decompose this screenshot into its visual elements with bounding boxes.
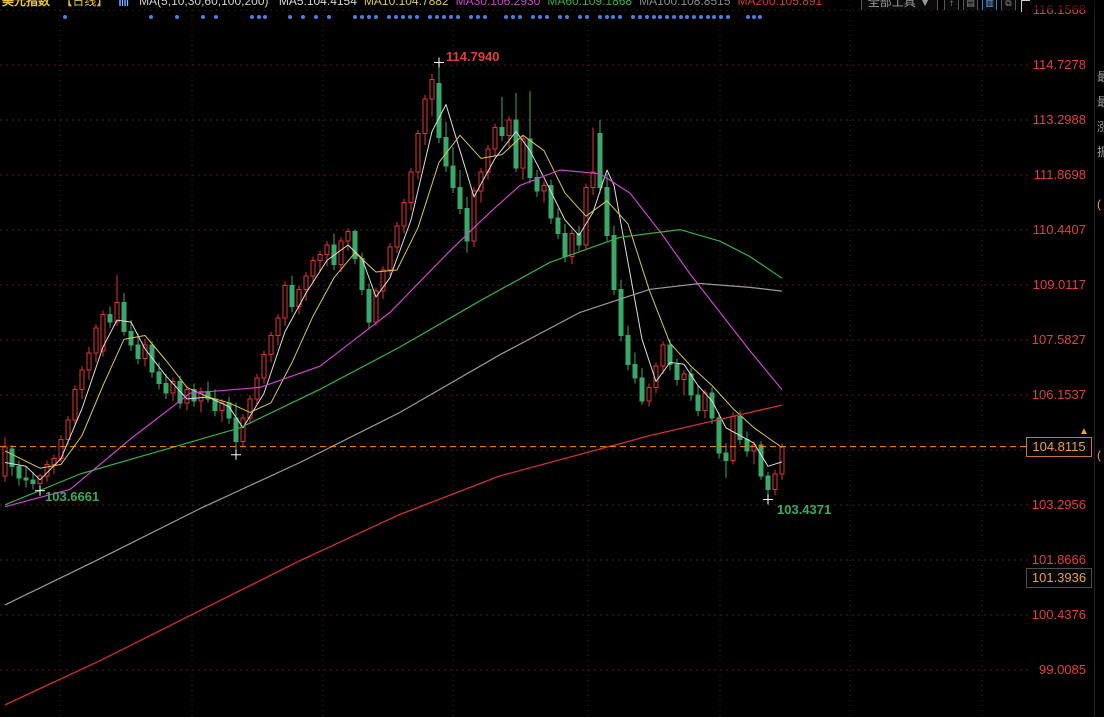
pin-top-icon[interactable]: ⤒: [944, 0, 959, 10]
compare-chart-icon[interactable]: [119, 0, 129, 6]
layout-view-icon[interactable]: ▥: [982, 0, 997, 10]
ma-value: MA200:105.891: [738, 0, 823, 8]
header-toolbar: 全部工具 ▼ ⤒ ▤ ▥ ⧉: [861, 0, 1016, 10]
axis-price-label: 106.1537: [1028, 387, 1086, 403]
right-panel-text: 最: [1097, 70, 1104, 84]
axis-price-label: 100.4376: [1028, 607, 1086, 623]
low-price-annotation-left: 103.6661: [45, 489, 99, 504]
axis-price-label: 109.0117: [1028, 277, 1086, 293]
ma-value: MA100:108.8515: [639, 0, 730, 8]
tools-dropdown-label: 全部工具: [868, 0, 916, 9]
current-price-box: 104.8115: [1026, 437, 1092, 457]
header-left: 美元指数 【日线】 MA(5,10,30,60,100,200) MA5:104…: [2, 0, 836, 9]
chevron-down-icon: ▼: [919, 0, 931, 9]
right-panel-text: (: [1097, 448, 1101, 462]
high-price-annotation: 114.7940: [446, 49, 500, 64]
alert-price-box: 101.3936: [1026, 568, 1092, 588]
axis-price-label: 111.8698: [1028, 167, 1086, 183]
axis-price-label: 99.0085: [1028, 662, 1086, 678]
header-bar: 美元指数 【日线】 MA(5,10,30,60,100,200) MA5:104…: [0, 0, 1104, 10]
axis-price-label: 113.2988: [1028, 112, 1086, 128]
price-up-arrow-icon: ▲: [1079, 427, 1089, 437]
overlay-window-icon[interactable]: ⧉: [1001, 0, 1016, 10]
axis-price-label: 107.5827: [1028, 332, 1086, 348]
ma-settings-label[interactable]: MA(5,10,30,60,100,200): [139, 0, 268, 8]
right-panel-text: (: [1097, 197, 1101, 211]
toolbar-icons: ⤒ ▤ ▥ ⧉: [944, 0, 1016, 10]
grid-view-icon[interactable]: ▤: [963, 0, 978, 10]
trading-app-window: 美元指数 【日线】 MA(5,10,30,60,100,200) MA5:104…: [0, 0, 1104, 717]
panel-corner-bracket: [1021, 0, 1030, 12]
axis-price-label: 110.4407: [1028, 222, 1086, 238]
axis-price-label: 101.8666: [1028, 552, 1086, 568]
axis-price-label: 103.2956: [1028, 497, 1086, 513]
ma-values: MA5:104.4154 MA10:104.7882 MA30:106.2930 MA…: [279, 0, 829, 8]
ma-value: MA10:104.7882: [364, 0, 449, 8]
ma-value: MA30:106.2930: [456, 0, 541, 8]
axis-price-label: 114.7278: [1028, 57, 1086, 73]
right-panel-divider: [1094, 0, 1095, 717]
right-panel-text: 涨: [1097, 120, 1104, 134]
candlestick-chart[interactable]: [0, 0, 1104, 717]
symbol-title: 美元指数: [2, 0, 50, 8]
ma-value: MA60:109.1868: [547, 0, 632, 8]
right-panel-text: 振: [1097, 145, 1104, 159]
period-label[interactable]: 【日线】: [60, 0, 108, 8]
ma-value: MA5:104.4154: [279, 0, 357, 8]
tools-dropdown[interactable]: 全部工具 ▼: [861, 0, 938, 10]
low-price-annotation-right: 103.4371: [777, 502, 831, 517]
right-panel-text: 最: [1097, 95, 1104, 109]
